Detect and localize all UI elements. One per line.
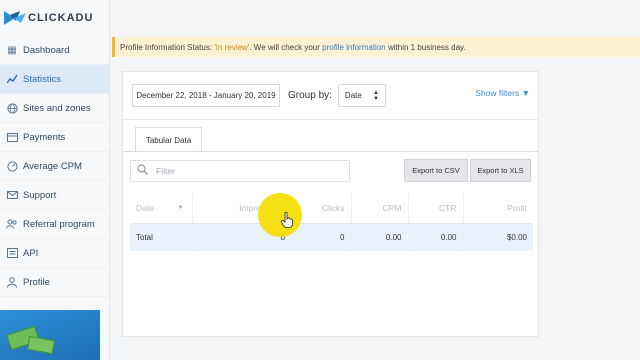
- total-label: Total: [130, 223, 192, 251]
- clickadu-logo-icon: [4, 11, 26, 25]
- sidebar-item-label: API: [23, 247, 39, 259]
- notice-middle: . We will check your: [249, 42, 320, 52]
- globe-icon: [6, 102, 18, 114]
- api-icon: [6, 247, 18, 259]
- dashboard-icon: ▦: [7, 44, 17, 56]
- show-filters-link[interactable]: Show filters ▼: [475, 88, 530, 98]
- tab-tabular-data[interactable]: Tabular Data: [135, 127, 202, 152]
- column-header-profit[interactable]: Profit: [462, 193, 533, 224]
- sidebar-item-api[interactable]: API: [0, 239, 109, 268]
- sidebar-item-support[interactable]: Support: [0, 181, 109, 210]
- sidebar-item-average-cpm[interactable]: Average CPM: [0, 152, 109, 181]
- export-xls-button[interactable]: Export to XLS: [470, 159, 531, 182]
- hand-cursor-icon: [281, 212, 293, 228]
- group-by-select[interactable]: Date ▲ ▼: [337, 84, 386, 107]
- sidebar-item-statistics[interactable]: Statistics: [0, 65, 109, 94]
- export-csv-button[interactable]: Export to CSV: [404, 159, 468, 182]
- sidebar-item-label: Average CPM: [23, 160, 82, 172]
- sidebar-item-sites-and-zones[interactable]: Sites and zones: [0, 94, 109, 123]
- table-header-row: Date▼ Impressions Clicks CPM CTR Profit: [130, 193, 533, 224]
- filters-bar: December 22, 2018 - January 20, 2019 Gro…: [123, 72, 538, 120]
- sidebar-item-label: Dashboard: [23, 44, 70, 56]
- sidebar-item-label: Statistics: [23, 73, 62, 85]
- sidebar-item-label: Referral program: [23, 218, 95, 230]
- chart-icon: [6, 73, 18, 85]
- profile-status-notice: Profile Information Status: 'In review'.…: [112, 37, 640, 57]
- column-header-cpm[interactable]: CPM: [350, 193, 408, 224]
- money-icon: [26, 335, 56, 355]
- promo-banner[interactable]: [0, 310, 100, 360]
- column-header-date[interactable]: Date ▼: [130, 193, 192, 224]
- tabular-data-content: Filter Export to CSV Export to XLS Date ▼…: [123, 151, 538, 337]
- brand-logo[interactable]: CLICKADU: [0, 0, 109, 36]
- profile-information-link[interactable]: profile information: [322, 43, 386, 52]
- sidebar-item-label: Profile: [23, 276, 50, 288]
- notice-status: 'In review': [214, 42, 250, 52]
- user-icon: [6, 276, 18, 288]
- sidebar-item-label: Payments: [23, 131, 66, 143]
- column-header-ctr[interactable]: CTR: [407, 193, 463, 224]
- total-ctr: 0.00: [407, 223, 463, 251]
- cursor-highlight: [258, 193, 302, 237]
- filter-placeholder: Filter: [156, 166, 175, 176]
- total-clicks: 0: [291, 223, 351, 251]
- search-icon: [137, 164, 148, 178]
- total-profit: $0.00: [462, 223, 533, 251]
- gauge-icon: [6, 160, 18, 172]
- statistics-panel: December 22, 2018 - January 20, 2019 Gro…: [122, 71, 539, 337]
- mail-icon: [6, 189, 18, 201]
- people-icon: [6, 218, 18, 230]
- sidebar-item-label: Sites and zones: [23, 102, 91, 114]
- card-icon: [6, 131, 18, 143]
- table-total-row: Total 0 0 0.00 0.00 $0.00: [130, 223, 533, 251]
- date-range-picker[interactable]: December 22, 2018 - January 20, 2019: [132, 84, 280, 107]
- brand-name: CLICKADU: [28, 12, 94, 24]
- sort-caret-icon: ▼: [177, 204, 184, 211]
- table-filter-input[interactable]: Filter: [130, 160, 350, 182]
- total-cpm: 0.00: [350, 223, 408, 251]
- sidebar: CLICKADU ▦ Dashboard Statistics Sites an…: [0, 0, 110, 360]
- notice-suffix: within 1 business day.: [387, 42, 466, 52]
- sidebar-item-referral-program[interactable]: Referral program: [0, 210, 109, 239]
- sidebar-nav: ▦ Dashboard Statistics Sites and zones P…: [0, 36, 109, 297]
- sidebar-item-label: Support: [23, 189, 57, 201]
- sidebar-item-payments[interactable]: Payments: [0, 123, 109, 152]
- select-arrows-icon: ▲ ▼: [372, 89, 379, 102]
- sidebar-item-profile[interactable]: Profile: [0, 268, 109, 297]
- group-by-label: Group by:: [288, 90, 332, 101]
- statistics-table: Date▼ Impressions Clicks CPM CTR Profit …: [130, 193, 533, 251]
- group-by-value: Date: [344, 91, 362, 100]
- sidebar-item-dashboard[interactable]: ▦ Dashboard: [0, 36, 109, 65]
- notice-prefix: Profile Information Status:: [120, 42, 213, 52]
